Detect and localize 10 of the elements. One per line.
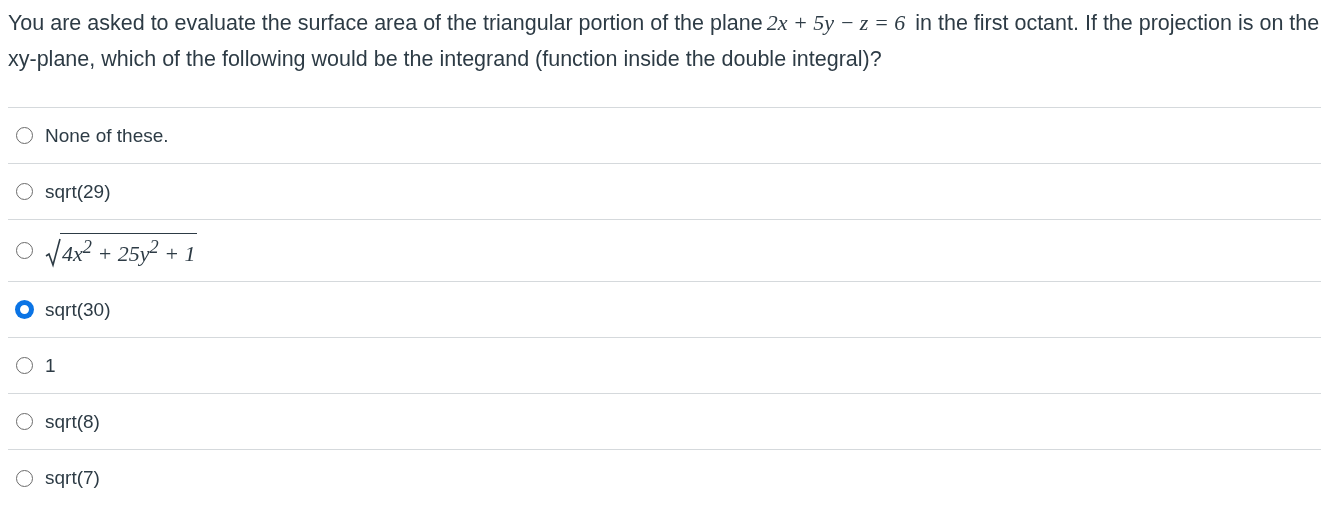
answer-option: sqrt(29) <box>45 180 111 203</box>
answer-option: 1 <box>45 354 56 377</box>
answer-option: sqrt(7) <box>45 467 100 489</box>
answer-option: sqrt(30) <box>45 298 111 321</box>
answer-option: 4x$^{2}$ + 25y$^{2}$ + 1 <box>60 233 197 268</box>
question-text: You are asked to evaluate the surface area of the triangular portion of the plane 2x + 5y − z = 6 in the first octant. If the projection is on the xy-plane, which of the following would be the integrand (function inside the double integral)? <box>8 0 1321 108</box>
answer-option: None of these. <box>45 124 169 147</box>
square-root-sign-icon <box>45 237 61 268</box>
radio-button[interactable] <box>16 301 33 318</box>
answer-option: sqrt(8) <box>45 410 100 433</box>
